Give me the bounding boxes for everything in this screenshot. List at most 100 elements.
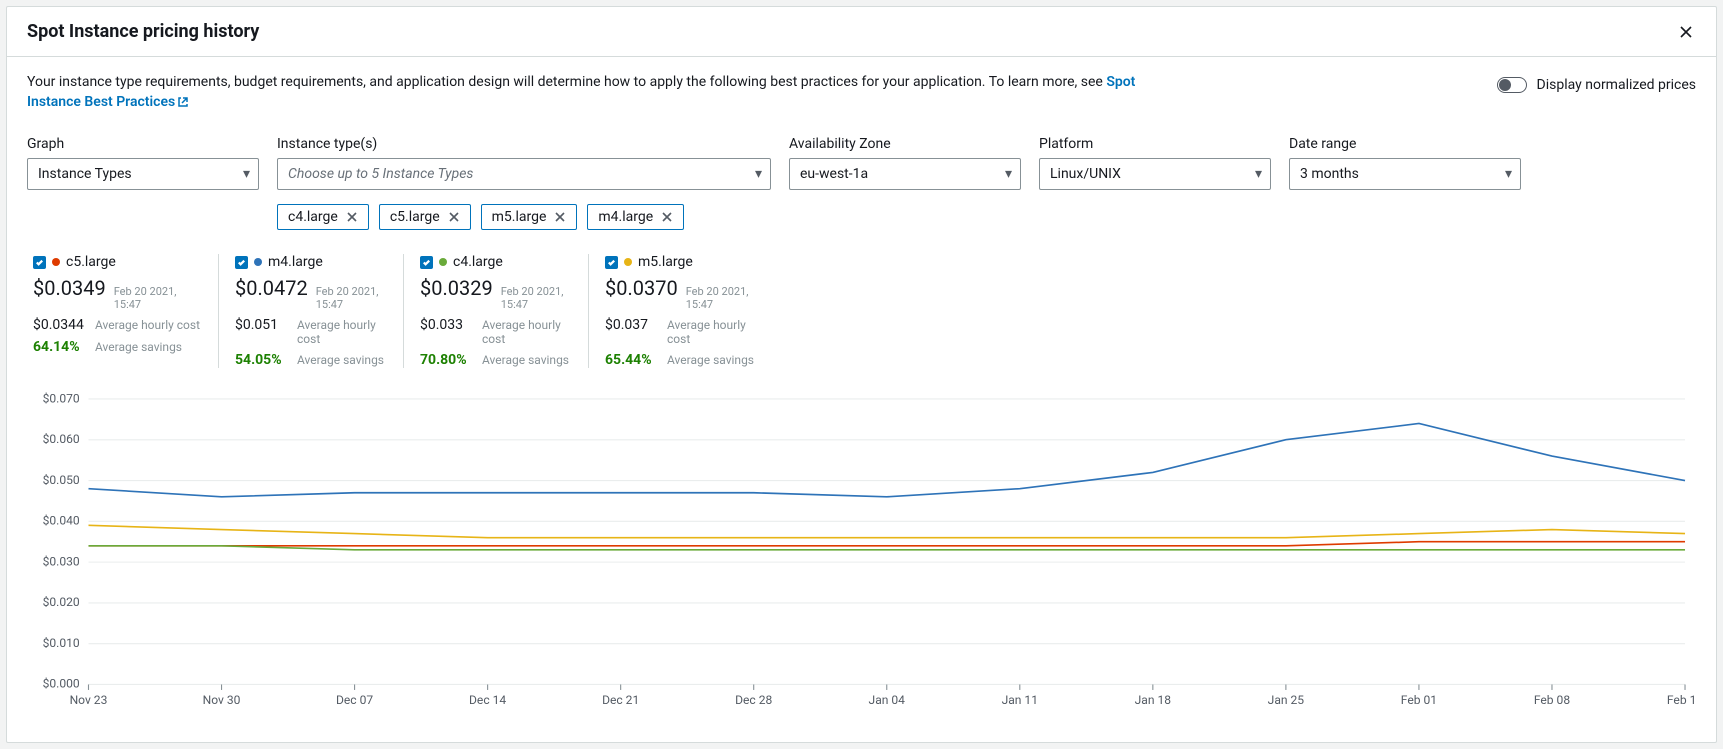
series-color-dot bbox=[624, 258, 632, 266]
chevron-down-icon: ▾ bbox=[755, 166, 762, 182]
current-price: $0.0472 bbox=[235, 276, 308, 300]
filter-label-graph: Graph bbox=[27, 136, 259, 152]
legend-card: m4.large$0.0472Feb 20 2021, 15:47$0.051A… bbox=[218, 254, 403, 368]
series-checkbox[interactable] bbox=[235, 256, 248, 269]
chevron-down-icon: ▾ bbox=[1505, 166, 1512, 182]
filter-label-platform: Platform bbox=[1039, 136, 1271, 152]
avg-savings-label: Average savings bbox=[482, 353, 569, 367]
svg-text:Nov 23: Nov 23 bbox=[70, 693, 108, 707]
spot-pricing-panel: Spot Instance pricing history Your insta… bbox=[6, 6, 1717, 743]
svg-text:Jan 11: Jan 11 bbox=[1002, 693, 1038, 707]
svg-text:Feb 08: Feb 08 bbox=[1534, 693, 1570, 707]
filters-row: Graph Instance Types ▾ Instance type(s) … bbox=[27, 136, 1696, 230]
legend-card: m5.large$0.0370Feb 20 2021, 15:47$0.037A… bbox=[588, 254, 773, 368]
series-name: c4.large bbox=[453, 254, 503, 270]
filter-label-dr: Date range bbox=[1289, 136, 1521, 152]
price-chart: $0.000$0.010$0.020$0.030$0.040$0.050$0.0… bbox=[27, 388, 1696, 717]
filter-label-it: Instance type(s) bbox=[277, 136, 771, 152]
instance-type-chip: c5.large bbox=[379, 204, 471, 230]
filter-date-range: Date range 3 months ▾ bbox=[1289, 136, 1521, 230]
page-title: Spot Instance pricing history bbox=[27, 21, 259, 42]
svg-text:Jan 25: Jan 25 bbox=[1268, 693, 1305, 707]
close-icon bbox=[661, 211, 673, 223]
avg-savings-label: Average savings bbox=[95, 340, 182, 354]
filter-graph: Graph Instance Types ▾ bbox=[27, 136, 259, 230]
graph-select[interactable]: Instance Types ▾ bbox=[27, 158, 259, 190]
series-checkbox[interactable] bbox=[605, 256, 618, 269]
intro-text: Your instance type requirements, budget … bbox=[27, 73, 1157, 112]
avg-hourly-cost: $0.0344 bbox=[33, 317, 85, 333]
series-name: m4.large bbox=[268, 254, 323, 270]
chip-remove-button[interactable] bbox=[554, 211, 566, 223]
platform-select-value: Linux/UNIX bbox=[1050, 166, 1121, 182]
chip-label: m5.large bbox=[492, 209, 547, 225]
svg-text:$0.000: $0.000 bbox=[43, 677, 80, 691]
svg-text:$0.060: $0.060 bbox=[43, 432, 80, 446]
close-icon bbox=[554, 211, 566, 223]
svg-text:$0.050: $0.050 bbox=[43, 473, 80, 487]
close-button[interactable] bbox=[1676, 22, 1696, 42]
chevron-down-icon: ▾ bbox=[1255, 166, 1262, 182]
avg-savings: 64.14% bbox=[33, 339, 85, 355]
current-price: $0.0329 bbox=[420, 276, 493, 300]
svg-text:Nov 30: Nov 30 bbox=[203, 693, 241, 707]
dr-select-value: 3 months bbox=[1300, 166, 1359, 182]
avg-hourly-label: Average hourly cost bbox=[95, 318, 200, 332]
legend-cards: c5.large$0.0349Feb 20 2021, 15:47$0.0344… bbox=[33, 254, 1696, 368]
az-select-value: eu-west-1a bbox=[800, 166, 868, 182]
toggle-label: Display normalized prices bbox=[1537, 77, 1696, 93]
svg-text:Feb 15: Feb 15 bbox=[1667, 693, 1696, 707]
avg-savings: 65.44% bbox=[605, 352, 657, 368]
normalized-prices-toggle-row: Display normalized prices bbox=[1497, 73, 1696, 93]
series-checkbox[interactable] bbox=[420, 256, 433, 269]
filter-az: Availability Zone eu-west-1a ▾ bbox=[789, 136, 1021, 230]
series-color-dot bbox=[439, 258, 447, 266]
avg-hourly-cost: $0.033 bbox=[420, 317, 472, 333]
svg-text:Jan 04: Jan 04 bbox=[869, 693, 906, 707]
current-price: $0.0370 bbox=[605, 276, 678, 300]
svg-text:Jan 18: Jan 18 bbox=[1135, 693, 1172, 707]
intro-row: Your instance type requirements, budget … bbox=[27, 73, 1696, 112]
series-color-dot bbox=[52, 258, 60, 266]
timestamp: Feb 20 2021, 15:47 bbox=[316, 285, 387, 311]
normalized-prices-toggle[interactable] bbox=[1497, 77, 1527, 93]
svg-text:Dec 07: Dec 07 bbox=[336, 693, 373, 707]
chip-remove-button[interactable] bbox=[661, 211, 673, 223]
chart-container: $0.000$0.010$0.020$0.030$0.040$0.050$0.0… bbox=[27, 388, 1696, 721]
instance-type-chip: m4.large bbox=[587, 204, 684, 230]
timestamp: Feb 20 2021, 15:47 bbox=[686, 285, 757, 311]
series-name: c5.large bbox=[66, 254, 116, 270]
avg-savings-label: Average savings bbox=[667, 353, 754, 367]
instance-type-chips: c4.largec5.largem5.largem4.large bbox=[277, 204, 771, 230]
avg-savings-label: Average savings bbox=[297, 353, 384, 367]
close-icon bbox=[346, 211, 358, 223]
chevron-down-icon: ▾ bbox=[1005, 166, 1012, 182]
svg-text:$0.040: $0.040 bbox=[43, 514, 80, 528]
az-select[interactable]: eu-west-1a ▾ bbox=[789, 158, 1021, 190]
avg-savings: 54.05% bbox=[235, 352, 287, 368]
close-icon bbox=[448, 211, 460, 223]
legend-card: c5.large$0.0349Feb 20 2021, 15:47$0.0344… bbox=[33, 254, 218, 368]
svg-text:$0.010: $0.010 bbox=[43, 636, 80, 650]
graph-select-value: Instance Types bbox=[38, 166, 132, 182]
chip-remove-button[interactable] bbox=[346, 211, 358, 223]
series-name: m5.large bbox=[638, 254, 693, 270]
external-link-icon bbox=[177, 96, 189, 108]
avg-savings: 70.80% bbox=[420, 352, 472, 368]
svg-text:Dec 21: Dec 21 bbox=[602, 693, 639, 707]
platform-select[interactable]: Linux/UNIX ▾ bbox=[1039, 158, 1271, 190]
timestamp: Feb 20 2021, 15:47 bbox=[501, 285, 572, 311]
instance-types-select[interactable]: Choose up to 5 Instance Types ▾ bbox=[277, 158, 771, 190]
series-color-dot bbox=[254, 258, 262, 266]
panel-body: Your instance type requirements, budget … bbox=[7, 57, 1716, 742]
chip-label: m4.large bbox=[598, 209, 653, 225]
chip-remove-button[interactable] bbox=[448, 211, 460, 223]
avg-hourly-label: Average hourly cost bbox=[667, 318, 757, 346]
timestamp: Feb 20 2021, 15:47 bbox=[114, 285, 202, 311]
chevron-down-icon: ▾ bbox=[243, 166, 250, 182]
filter-label-az: Availability Zone bbox=[789, 136, 1021, 152]
date-range-select[interactable]: 3 months ▾ bbox=[1289, 158, 1521, 190]
legend-card: c4.large $0.0329 Feb 20 2021, 15:47 $0.033 A… bbox=[403, 254, 588, 368]
series-checkbox[interactable] bbox=[33, 256, 46, 269]
avg-hourly-label: Average hourly cost bbox=[482, 318, 572, 346]
